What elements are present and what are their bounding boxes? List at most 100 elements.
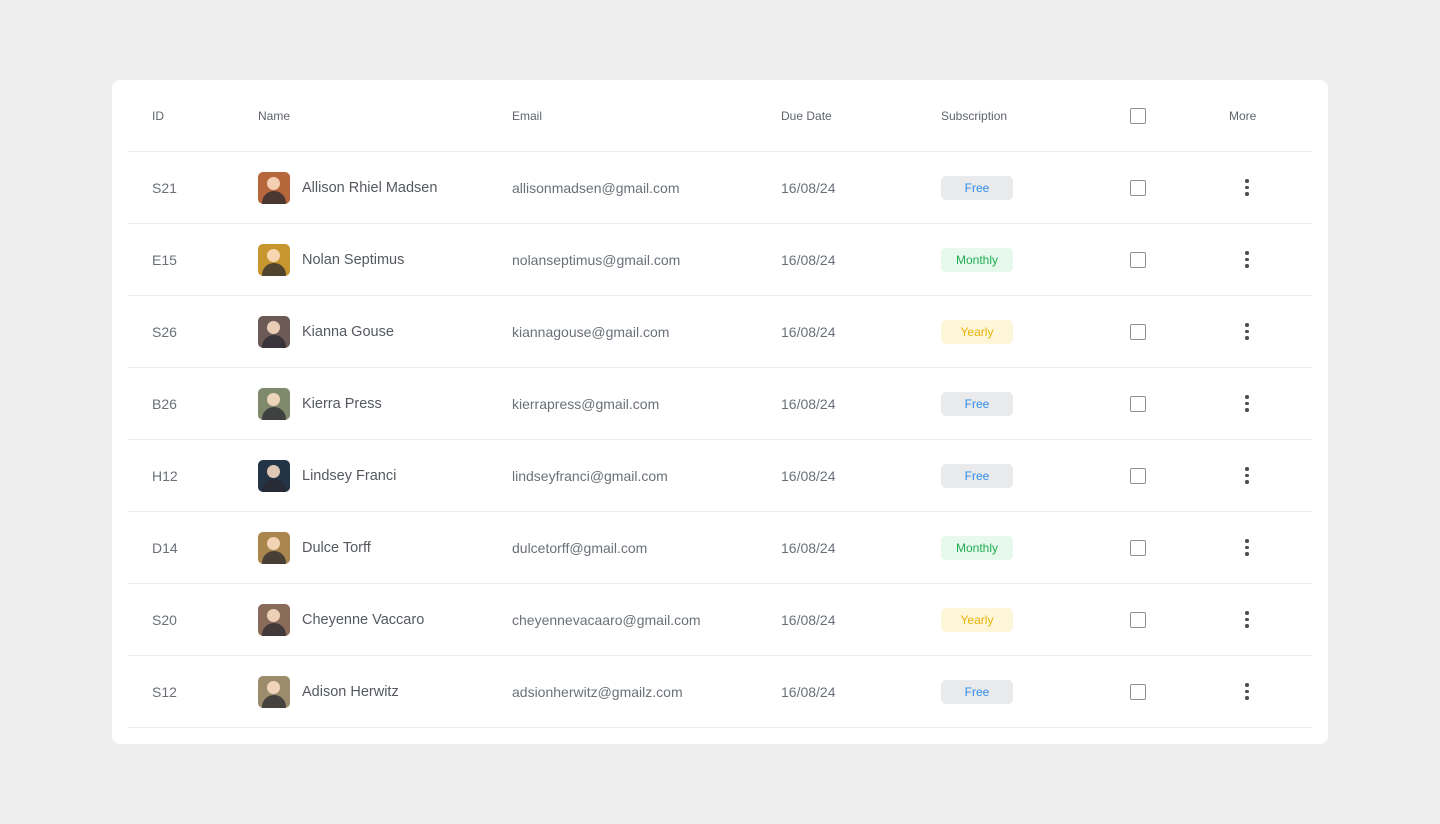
row-more-cell — [1229, 368, 1257, 439]
header-more: More — [1229, 108, 1257, 123]
row-more-cell — [1229, 296, 1257, 367]
avatar — [258, 387, 290, 420]
row-name: Allison Rhiel Madsen — [302, 179, 438, 196]
header-name[interactable]: Name — [258, 80, 290, 151]
row-id: S26 — [152, 323, 177, 340]
more-options-icon[interactable] — [1237, 320, 1257, 344]
row-select-cell — [1129, 224, 1147, 295]
row-select-cell — [1129, 296, 1147, 367]
row-id: E15 — [152, 251, 177, 268]
row-name-cell: Lindsey Franci — [258, 440, 396, 511]
subscription-badge: Yearly — [941, 607, 1013, 632]
row-more-cell — [1229, 152, 1257, 223]
row-subscription-cell: Monthly — [941, 224, 1013, 295]
header-subscription[interactable]: Subscription — [941, 80, 1007, 151]
row-checkbox[interactable] — [1130, 323, 1146, 340]
table-header-row: ID Name Email Due Date Subscription More — [128, 80, 1312, 152]
row-checkbox[interactable] — [1130, 251, 1146, 268]
avatar — [258, 459, 290, 492]
row-checkbox[interactable] — [1130, 395, 1146, 412]
table-row[interactable]: S12 Adison Herwitz adsionherwitz@gmailz.… — [128, 656, 1312, 728]
row-subscription-cell: Free — [941, 152, 1013, 223]
subscription-badge: Free — [941, 391, 1013, 416]
avatar — [258, 675, 290, 708]
row-subscription-cell: Yearly — [941, 584, 1013, 655]
row-due-date: 16/08/24 — [781, 179, 836, 196]
row-subscription-cell: Free — [941, 440, 1013, 511]
table-body: S21 Allison Rhiel Madsen allisonmadsen@g… — [128, 152, 1312, 728]
row-name-cell: Dulce Torff — [258, 512, 371, 583]
row-select-cell — [1129, 512, 1147, 583]
row-email: kierrapress@gmail.com — [512, 395, 660, 412]
row-checkbox[interactable] — [1130, 467, 1146, 484]
row-due-date: 16/08/24 — [781, 395, 836, 412]
table-row[interactable]: S21 Allison Rhiel Madsen allisonmadsen@g… — [128, 152, 1312, 224]
row-id: S21 — [152, 179, 177, 196]
avatar — [258, 531, 290, 564]
select-all-checkbox[interactable] — [1130, 107, 1146, 124]
table-row[interactable]: S26 Kianna Gouse kiannagouse@gmail.com 1… — [128, 296, 1312, 368]
row-more-cell — [1229, 440, 1257, 511]
users-table-card: ID Name Email Due Date Subscription More… — [112, 80, 1328, 744]
row-due-date: 16/08/24 — [781, 251, 836, 268]
row-more-cell — [1229, 584, 1257, 655]
row-select-cell — [1129, 152, 1147, 223]
avatar — [258, 603, 290, 636]
table-row[interactable]: H12 Lindsey Franci lindseyfranci@gmail.c… — [128, 440, 1312, 512]
row-email: cheyennevacaaro@gmail.com — [512, 611, 701, 628]
row-email: dulcetorff@gmail.com — [512, 539, 648, 556]
row-checkbox[interactable] — [1130, 611, 1146, 628]
table-row[interactable]: D14 Dulce Torff dulcetorff@gmail.com 16/… — [128, 512, 1312, 584]
row-email: adsionherwitz@gmailz.com — [512, 683, 683, 700]
row-checkbox[interactable] — [1130, 179, 1146, 196]
row-id: S12 — [152, 683, 177, 700]
row-subscription-cell: Free — [941, 368, 1013, 439]
row-select-cell — [1129, 656, 1147, 727]
more-options-icon[interactable] — [1237, 608, 1257, 632]
row-id: B26 — [152, 395, 177, 412]
row-subscription-cell: Yearly — [941, 296, 1013, 367]
row-select-cell — [1129, 440, 1147, 511]
table-row[interactable]: S20 Cheyenne Vaccaro cheyennevacaaro@gma… — [128, 584, 1312, 656]
row-due-date: 16/08/24 — [781, 323, 836, 340]
more-options-icon[interactable] — [1237, 392, 1257, 416]
header-email[interactable]: Email — [512, 80, 542, 151]
row-name: Dulce Torff — [302, 539, 371, 556]
subscription-badge: Free — [941, 679, 1013, 704]
row-name: Nolan Septimus — [302, 251, 405, 268]
subscription-badge: Monthly — [941, 535, 1013, 560]
avatar — [258, 243, 290, 276]
row-subscription-cell: Free — [941, 656, 1013, 727]
row-due-date: 16/08/24 — [781, 467, 836, 484]
row-name: Cheyenne Vaccaro — [302, 611, 425, 628]
subscription-badge: Monthly — [941, 247, 1013, 272]
header-due-date[interactable]: Due Date — [781, 80, 832, 151]
table-row[interactable]: E15 Nolan Septimus nolanseptimus@gmail.c… — [128, 224, 1312, 296]
row-due-date: 16/08/24 — [781, 611, 836, 628]
row-checkbox[interactable] — [1130, 539, 1146, 556]
row-more-cell — [1229, 656, 1257, 727]
row-email: kiannagouse@gmail.com — [512, 323, 670, 340]
row-name-cell: Adison Herwitz — [258, 656, 399, 727]
row-name-cell: Cheyenne Vaccaro — [258, 584, 424, 655]
more-options-icon[interactable] — [1237, 536, 1257, 560]
row-select-cell — [1129, 368, 1147, 439]
more-options-icon[interactable] — [1237, 248, 1257, 272]
row-name-cell: Allison Rhiel Madsen — [258, 152, 437, 223]
more-options-icon[interactable] — [1237, 176, 1257, 200]
row-name-cell: Kianna Gouse — [258, 296, 394, 367]
more-options-icon[interactable] — [1237, 464, 1257, 488]
header-id[interactable]: ID — [152, 80, 164, 151]
table-row[interactable]: B26 Kierra Press kierrapress@gmail.com 1… — [128, 368, 1312, 440]
row-more-cell — [1229, 224, 1257, 295]
row-name: Lindsey Franci — [302, 467, 397, 484]
users-table: ID Name Email Due Date Subscription More… — [128, 80, 1312, 728]
subscription-badge: Free — [941, 175, 1013, 200]
row-name: Kierra Press — [302, 395, 382, 412]
row-checkbox[interactable] — [1130, 683, 1146, 700]
row-email: lindseyfranci@gmail.com — [512, 467, 668, 484]
more-options-icon[interactable] — [1237, 680, 1257, 704]
row-id: D14 — [152, 539, 178, 556]
row-select-cell — [1129, 584, 1147, 655]
avatar — [258, 171, 290, 204]
